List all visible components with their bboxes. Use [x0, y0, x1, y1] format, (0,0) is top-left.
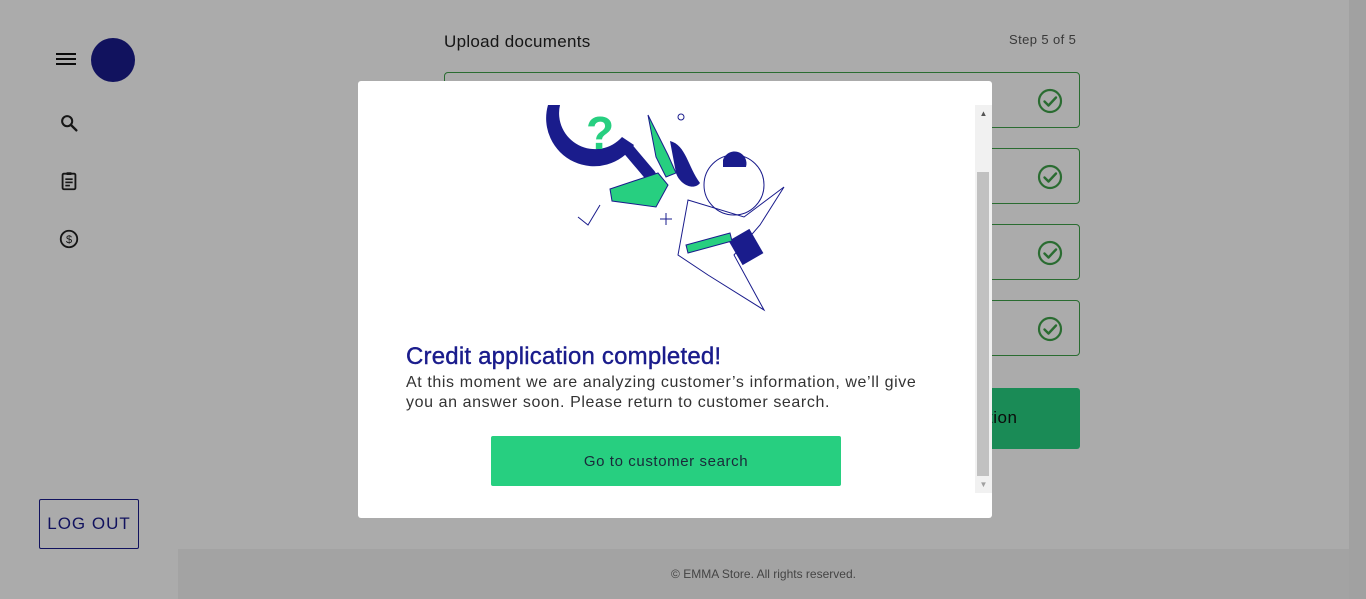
scroll-up-icon[interactable]: ▲: [975, 105, 992, 122]
app-root: $ LOG OUT Upload documents Step 5 of 5 t…: [0, 0, 1366, 599]
svg-text:?: ?: [586, 107, 614, 159]
go-to-customer-search-button[interactable]: Go to customer search: [491, 436, 841, 486]
scroll-thumb[interactable]: [977, 172, 989, 476]
success-illustration: ?: [546, 105, 785, 312]
success-modal: ? Credit application completed! At this …: [358, 81, 992, 518]
modal-content: ? Credit application completed! At this …: [358, 105, 975, 493]
modal-title: Credit application completed!: [406, 343, 722, 370]
modal-scrollbar[interactable]: ▲ ▼: [975, 105, 992, 493]
scroll-down-icon[interactable]: ▼: [975, 476, 992, 493]
modal-message: At this moment we are analyzing customer…: [406, 374, 917, 411]
